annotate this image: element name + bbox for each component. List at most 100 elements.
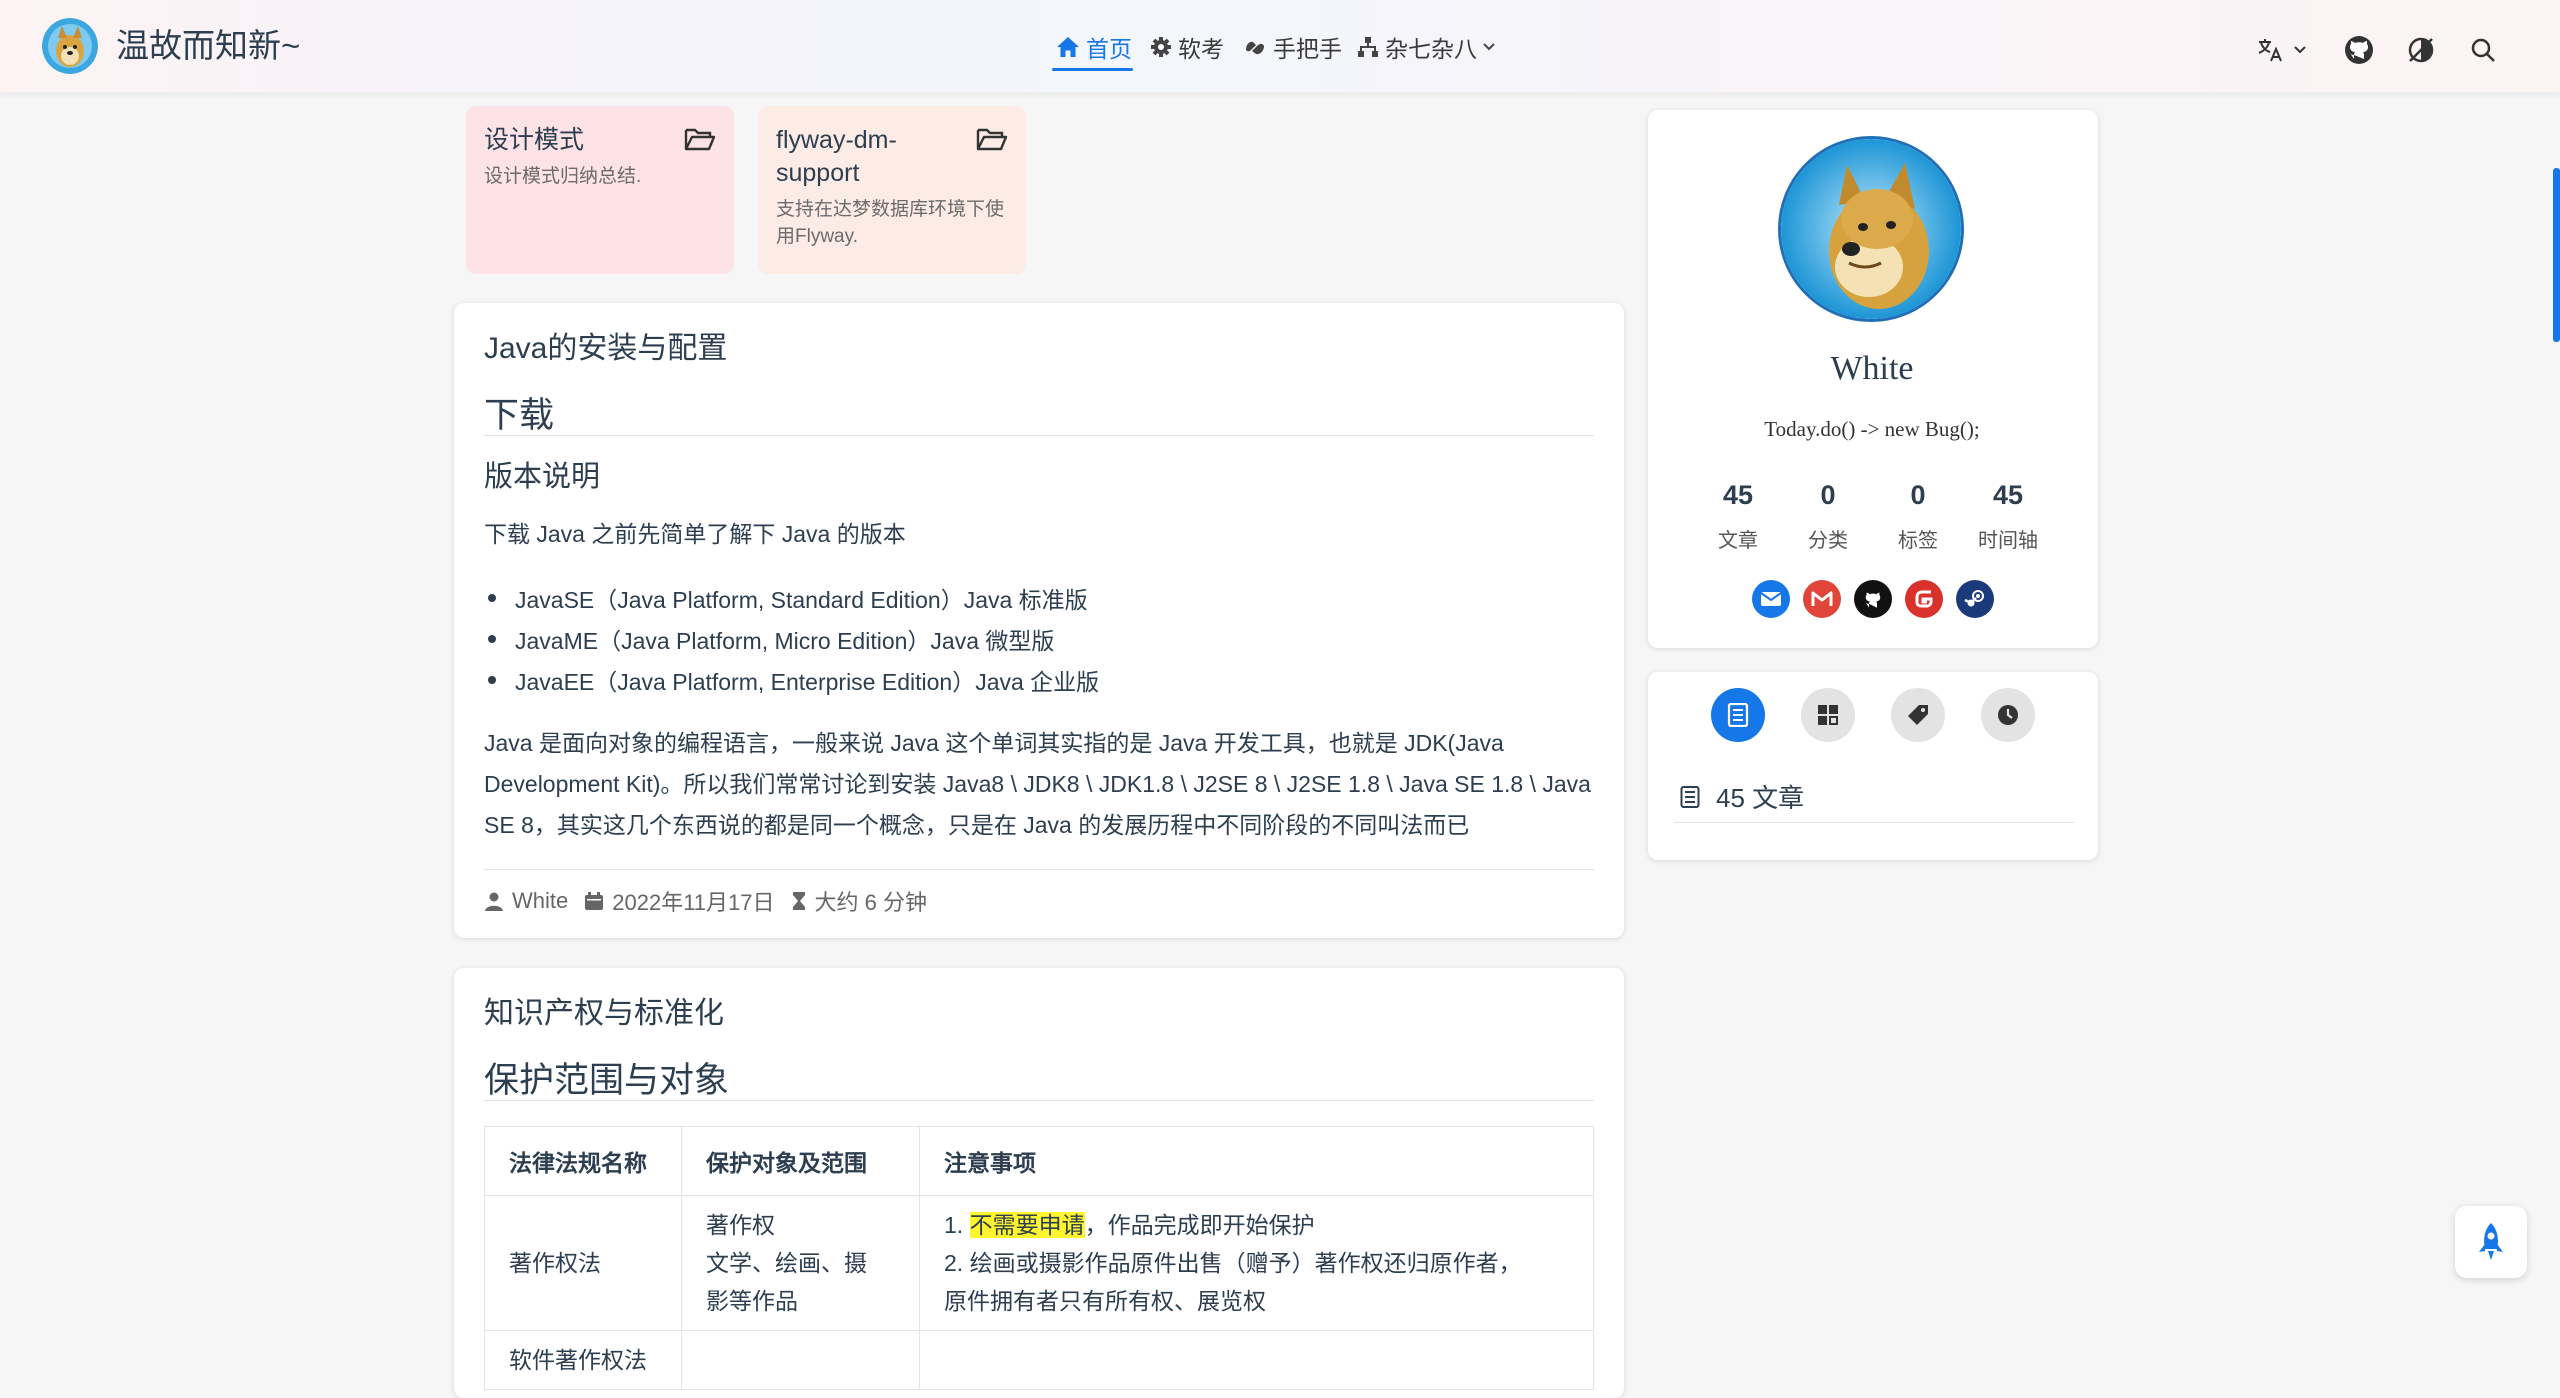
article-count: 45 文章 xyxy=(1680,778,1804,815)
article-card-ip[interactable]: 知识产权与标准化 保护范围与对象 法律法规名称 保护对象及范围 注意事项 著作权… xyxy=(454,968,1624,1398)
article-card-java[interactable]: Java的安装与配置 下载 版本说明 下载 Java 之前先简单了解下 Java… xyxy=(454,303,1624,938)
steam-link[interactable] xyxy=(1956,580,1994,618)
table-header: 注意事项 xyxy=(919,1126,1594,1196)
github-link[interactable] xyxy=(2343,30,2375,70)
nav-item-handbook[interactable]: 手把手 xyxy=(1243,30,1342,64)
table-cell-scope xyxy=(681,1330,920,1390)
heading-divider xyxy=(484,435,1594,436)
article-meta: White 2022年11月17日 大约 6 分钟 xyxy=(484,885,943,917)
paragraph-line: Development Kit)。所以我们常常讨论到安装 Java8 \ JDK… xyxy=(484,771,1591,797)
clock-icon xyxy=(1998,705,2018,725)
project-card-design-patterns[interactable]: 设计模式 设计模式归纳总结. xyxy=(466,106,734,274)
steam-icon xyxy=(1964,590,1984,607)
heading-divider xyxy=(484,1100,1594,1101)
article-heading: 下载 xyxy=(484,396,555,435)
calendar-icon xyxy=(585,892,604,910)
bullet xyxy=(488,594,496,602)
meta-date-text: 2022年11月17日 xyxy=(612,890,775,915)
article-title[interactable]: 知识产权与标准化 xyxy=(484,988,724,1032)
cell-line: 影等作品 xyxy=(706,1288,798,1314)
project-title: flyway-dm-support xyxy=(776,126,897,187)
stat-label: 标签 xyxy=(1898,530,1938,552)
stat-label: 分类 xyxy=(1808,530,1848,552)
language-selector[interactable] xyxy=(2252,30,2312,70)
nav-item-label: 软考 xyxy=(1178,36,1224,62)
github-social-link[interactable] xyxy=(1854,580,1892,618)
gmail-icon xyxy=(1811,591,1833,606)
article-subheading: 版本说明 xyxy=(484,461,601,493)
nav-item-misc[interactable]: 杂七杂八 xyxy=(1357,30,1502,64)
tag-icon xyxy=(1908,705,1928,725)
sitemap-icon xyxy=(1358,37,1378,57)
site-logo[interactable] xyxy=(42,18,98,74)
folder-open-icon xyxy=(684,128,716,151)
site-title[interactable]: 温故而知新~ xyxy=(116,24,300,68)
email-link[interactable] xyxy=(1752,580,1790,618)
nav-item-ruankao[interactable]: 软考 xyxy=(1150,30,1224,64)
table-cell-notes: 1. 不需要申请，作品完成即开始保护 2. 绘画或摄影作品原件出售（赠予）著作权… xyxy=(919,1195,1594,1331)
tab-category[interactable] xyxy=(1801,688,1855,742)
nav-item-label: 手把手 xyxy=(1273,36,1342,62)
tab-tag[interactable] xyxy=(1891,688,1945,742)
stat-timeline[interactable]: 45 时间轴 xyxy=(1958,478,2058,553)
theme-toggle[interactable] xyxy=(2404,30,2438,70)
list-item: JavaME（Java Platform, Micro Edition）Java… xyxy=(488,622,1054,656)
table-row: 著作权法 著作权 文学、绘画、摄 影等作品 1. 不需要申请，作品完成即开始保护… xyxy=(484,1195,1594,1331)
project-description: 设计模式归纳总结. xyxy=(484,166,642,187)
nav-item-label: 首页 xyxy=(1086,36,1132,62)
article-list-icon xyxy=(1727,703,1749,727)
profile-avatar[interactable] xyxy=(1778,136,1964,322)
note-line: 原件拥有者只有所有权、展览权 xyxy=(944,1288,1266,1314)
rocket-icon xyxy=(2479,1223,2503,1260)
article-count-text: 45 文章 xyxy=(1716,783,1805,813)
category-icon xyxy=(1818,705,1838,725)
paragraph-line: SE 8，其实这几个东西说的都是同一个概念，只是在 Java 的发展历程中不同阶… xyxy=(484,812,1470,838)
stat-articles[interactable]: 45 文章 xyxy=(1688,478,1788,553)
tab-article-list[interactable] xyxy=(1711,688,1765,742)
scrollbar-thumb[interactable] xyxy=(2553,168,2560,342)
cell-line: 著作权 xyxy=(706,1212,775,1238)
hourglass-icon xyxy=(792,892,805,910)
table-header-row: 法律法规名称 保护对象及范围 注意事项 xyxy=(484,1126,1594,1196)
user-icon xyxy=(485,892,503,911)
gitee-link[interactable] xyxy=(1905,580,1943,618)
project-title: 设计模式 xyxy=(484,126,585,154)
nav-active-indicator xyxy=(1052,68,1133,71)
article-intro: 下载 Java 之前先简单了解下 Java 的版本 xyxy=(484,521,906,547)
note-text: ，作品完成即开始保护 xyxy=(1084,1212,1315,1238)
nav-item-label: 杂七杂八 xyxy=(1385,36,1477,62)
search-button[interactable] xyxy=(2466,30,2500,70)
article-title[interactable]: Java的安装与配置 xyxy=(484,323,727,367)
gitee-icon xyxy=(1915,590,1933,608)
gmail-link[interactable] xyxy=(1803,580,1841,618)
bullet xyxy=(488,676,496,684)
nav-item-home[interactable]: 首页 xyxy=(1056,30,1132,64)
table-cell-notes xyxy=(919,1330,1594,1390)
back-to-top-button[interactable] xyxy=(2455,1206,2527,1278)
profile-name: White xyxy=(1830,350,1914,387)
tab-timeline[interactable] xyxy=(1981,688,2035,742)
search-icon xyxy=(2471,38,2495,62)
gear-icon xyxy=(1151,37,1171,57)
paragraph-line: Java 是面向对象的编程语言，一般来说 Java 这个单词其实指的是 Java… xyxy=(484,730,1504,756)
stat-label: 时间轴 xyxy=(1978,530,2038,552)
project-card-flyway[interactable]: flyway-dm-support 支持在达梦数据库环境下使用Flyway. xyxy=(758,106,1026,274)
article-list-icon xyxy=(1680,785,1700,808)
meta-date: 2022年11月17日 xyxy=(584,885,775,917)
project-description: 支持在达梦数据库环境下使用Flyway. xyxy=(776,199,1005,247)
list-item: JavaSE（Java Platform, Standard Edition）J… xyxy=(488,581,1088,615)
list-item-text: JavaEE（Java Platform, Enterprise Edition… xyxy=(515,669,1100,695)
list-item: JavaEE（Java Platform, Enterprise Edition… xyxy=(488,663,1099,697)
meta-author[interactable]: White xyxy=(484,888,568,914)
meta-read-time: 大约 6 分钟 xyxy=(791,885,927,917)
profile-motto: Today.do() -> new Bug(); xyxy=(1764,417,1980,441)
meta-read-time-text: 大约 6 分钟 xyxy=(814,890,927,915)
table-header: 保护对象及范围 xyxy=(681,1126,920,1196)
translate-icon xyxy=(2258,39,2282,62)
top-navbar: 温故而知新~ 首页 软考 手把手 杂七杂八 xyxy=(0,0,2560,93)
hands-icon xyxy=(1246,41,1264,55)
stat-tags[interactable]: 0 标签 xyxy=(1868,478,1968,553)
theme-toggle-icon xyxy=(2408,37,2434,63)
stat-number: 0 xyxy=(1820,480,1836,510)
stat-categories[interactable]: 0 分类 xyxy=(1778,478,1878,553)
